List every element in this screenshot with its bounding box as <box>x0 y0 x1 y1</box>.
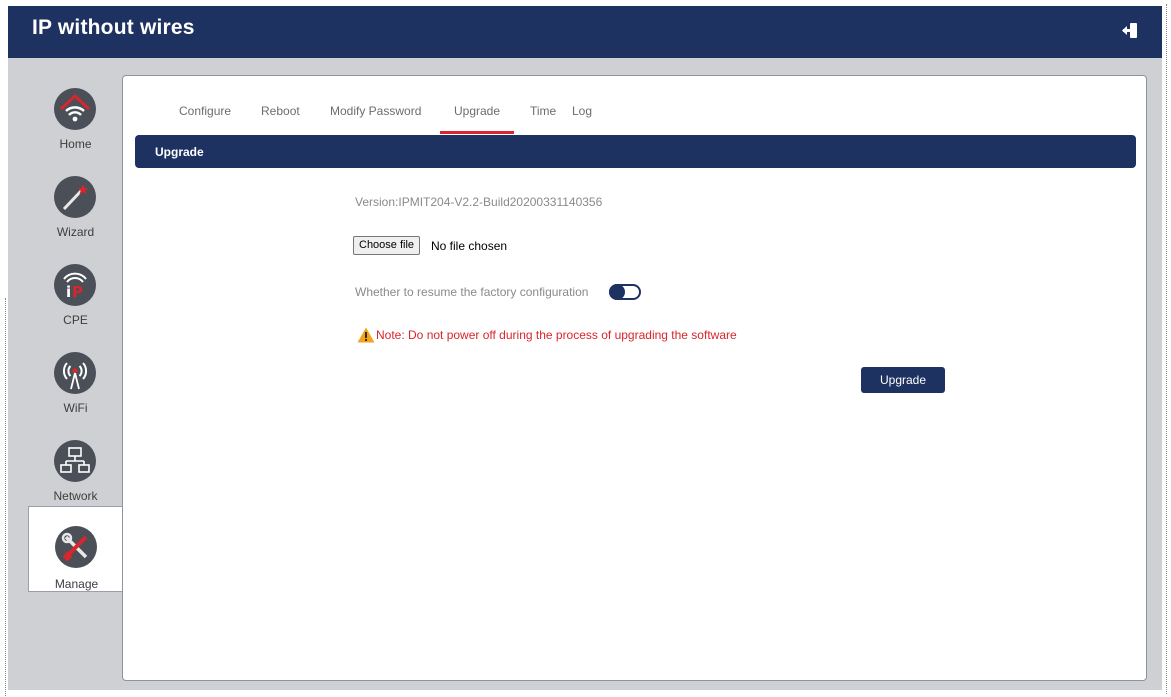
upgrade-warning-note: Note: Do not power off during the proces… <box>376 328 737 342</box>
sidebar-nav: Home Wizard i P CPE WiFi Network Manage <box>28 75 123 681</box>
wifi-tower-icon <box>53 351 97 395</box>
home-wifi-icon <box>53 87 97 131</box>
sidebar-item-wizard[interactable]: Wizard <box>28 163 123 249</box>
section-header: Upgrade <box>135 135 1136 168</box>
frame-edge-left <box>5 298 6 696</box>
sidebar-item-label: Network <box>53 489 98 503</box>
firmware-version: Version:IPMIT204-V2.2-Build2020033114035… <box>355 195 603 209</box>
factory-reset-toggle[interactable] <box>609 284 641 300</box>
tab-modify-password[interactable]: Modify Password <box>330 104 421 136</box>
sidebar-item-label: Manage <box>54 577 99 591</box>
sidebar-item-label: CPE <box>63 313 88 327</box>
file-status: No file chosen <box>431 239 508 253</box>
tab-time[interactable]: Time <box>530 104 556 136</box>
main-panel: Configure Reboot Modify Password Upgrade… <box>122 75 1147 681</box>
svg-text:i: i <box>66 283 71 301</box>
sidebar-item-cpe[interactable]: i P CPE <box>28 251 123 337</box>
frame-edge-right <box>1166 4 1167 694</box>
wizard-wand-icon <box>53 175 97 219</box>
sidebar-item-label: WiFi <box>63 401 88 415</box>
sidebar-item-network[interactable]: Network <box>28 427 123 513</box>
sidebar-item-wifi[interactable]: WiFi <box>28 339 123 425</box>
tab-log[interactable]: Log <box>572 104 592 136</box>
app-title: IP without wires <box>32 16 195 39</box>
logout-icon[interactable] <box>1118 18 1144 44</box>
sidebar-item-label: Wizard <box>56 225 95 239</box>
sidebar-item-manage[interactable]: Manage <box>28 506 123 592</box>
toggle-knob <box>609 284 625 300</box>
upgrade-button[interactable]: Upgrade <box>861 367 945 393</box>
sidebar-item-label: Home <box>59 137 92 151</box>
tools-icon <box>54 525 98 569</box>
section-title: Upgrade <box>155 145 204 159</box>
tab-configure[interactable]: Configure <box>179 104 231 136</box>
factory-reset-label: Whether to resume the factory configurat… <box>355 285 589 299</box>
network-icon <box>53 439 97 483</box>
top-header: IP without wires <box>8 6 1162 58</box>
choose-file-button[interactable]: Choose file <box>353 236 421 255</box>
sidebar-item-home[interactable]: Home <box>28 75 123 161</box>
warning-icon <box>357 327 375 343</box>
cpe-ip-icon: i P <box>53 263 97 307</box>
tab-reboot[interactable]: Reboot <box>261 104 300 136</box>
svg-text:P: P <box>72 283 83 301</box>
tab-upgrade[interactable]: Upgrade <box>439 104 515 136</box>
